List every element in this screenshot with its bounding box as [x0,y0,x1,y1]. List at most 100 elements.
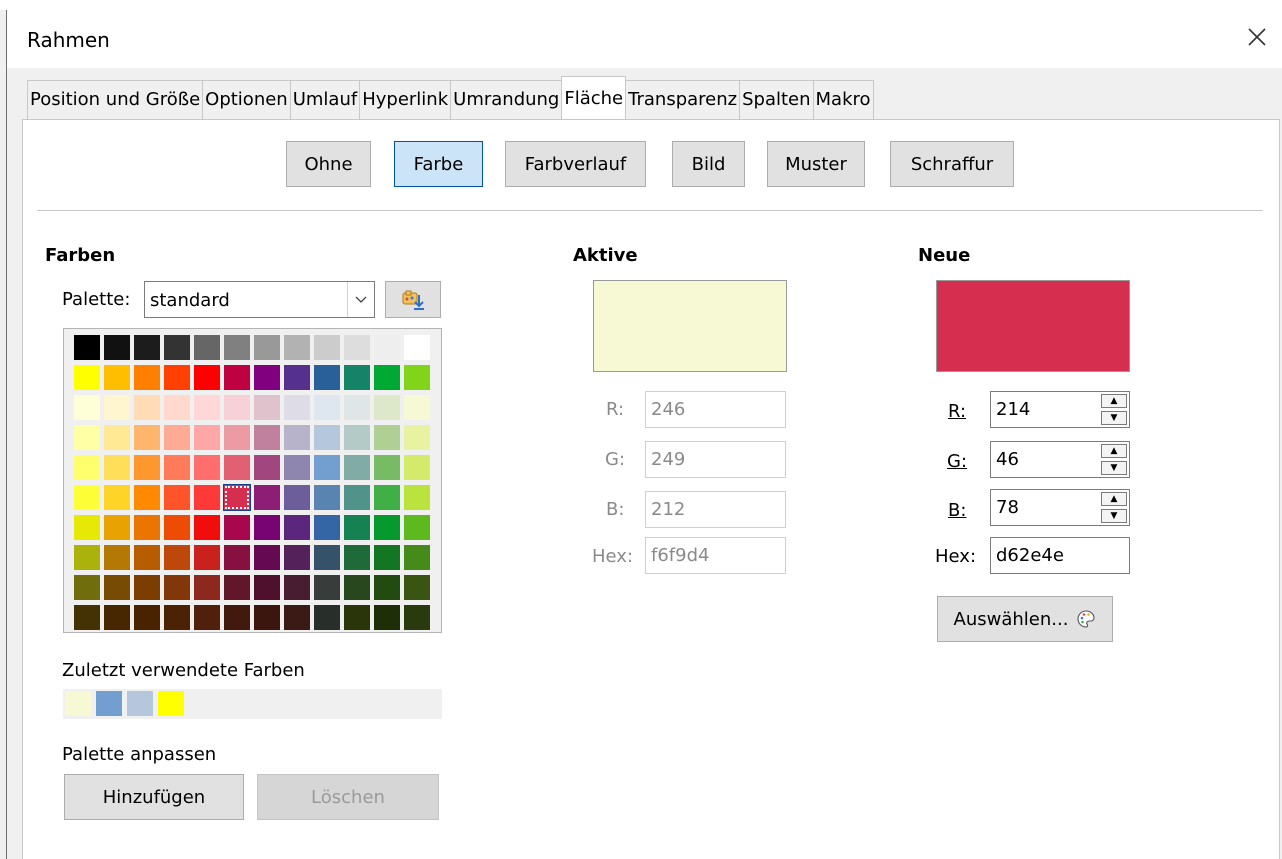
color-swatch[interactable] [194,605,220,630]
color-swatch[interactable] [254,575,280,600]
spin-down-icon[interactable]: ▼ [1101,461,1127,475]
color-swatch[interactable] [164,545,190,570]
color-swatch[interactable] [224,545,250,570]
tab-umlauf[interactable]: Umlauf [289,80,361,119]
spin-down-icon[interactable]: ▼ [1101,509,1127,523]
color-swatch[interactable] [74,485,100,510]
color-swatch[interactable] [224,605,250,630]
color-swatch[interactable] [374,515,400,540]
color-swatch[interactable] [134,395,160,420]
color-swatch[interactable] [134,455,160,480]
color-swatch[interactable] [134,335,160,360]
recent-color-swatch[interactable] [127,691,153,716]
color-swatch[interactable] [74,575,100,600]
tab-fläche[interactable]: Fläche [561,76,627,119]
tab-position-und-größe[interactable]: Position und Größe [27,80,204,119]
color-swatch[interactable] [314,455,340,480]
color-swatch[interactable] [344,365,370,390]
new-b-spinbox[interactable]: 78 ▲ ▼ [990,489,1130,526]
color-swatch[interactable] [314,515,340,540]
color-swatch[interactable] [104,335,130,360]
color-swatch[interactable] [224,485,250,510]
tab-makro[interactable]: Makro [812,80,874,119]
color-swatch[interactable] [374,425,400,450]
color-swatch[interactable] [194,395,220,420]
new-r-spin-buttons[interactable]: ▲ ▼ [1101,394,1127,425]
color-swatch[interactable] [194,515,220,540]
color-swatch[interactable] [404,485,430,510]
recent-color-swatch[interactable] [158,691,184,716]
color-swatch[interactable] [344,605,370,630]
color-swatch[interactable] [404,515,430,540]
color-swatch[interactable] [224,455,250,480]
color-swatch[interactable] [74,455,100,480]
color-swatch[interactable] [314,545,340,570]
color-swatch[interactable] [284,455,310,480]
color-swatch[interactable] [164,395,190,420]
color-swatch[interactable] [314,365,340,390]
color-swatch[interactable] [104,575,130,600]
color-swatch[interactable] [254,455,280,480]
color-swatch[interactable] [284,395,310,420]
color-swatch[interactable] [374,335,400,360]
color-swatch[interactable] [374,365,400,390]
color-swatch[interactable] [224,335,250,360]
color-swatch[interactable] [134,515,160,540]
color-swatch[interactable] [254,425,280,450]
recent-color-swatch[interactable] [96,691,122,716]
new-r-spinbox[interactable]: 214 ▲ ▼ [990,391,1130,428]
color-swatch[interactable] [344,395,370,420]
color-swatch[interactable] [404,455,430,480]
color-swatch[interactable] [254,545,280,570]
recent-color-swatch[interactable] [65,691,91,716]
color-swatch[interactable] [344,515,370,540]
color-swatch[interactable] [284,485,310,510]
color-swatch[interactable] [284,515,310,540]
color-swatch[interactable] [164,515,190,540]
color-swatch[interactable] [194,485,220,510]
color-swatch[interactable] [164,605,190,630]
color-swatch[interactable] [284,425,310,450]
color-swatch[interactable] [404,395,430,420]
color-swatch[interactable] [284,545,310,570]
color-swatch[interactable] [344,455,370,480]
color-swatch[interactable] [224,575,250,600]
color-fill-button[interactable]: Farbe [394,141,483,187]
close-icon[interactable] [1240,20,1274,54]
color-swatch[interactable] [284,335,310,360]
add-color-button[interactable]: Hinzufügen [64,774,244,820]
new-g-spin-buttons[interactable]: ▲ ▼ [1101,444,1127,475]
color-swatch[interactable] [104,605,130,630]
chevron-down-icon[interactable] [347,282,374,317]
color-swatch[interactable] [404,335,430,360]
color-swatch[interactable] [104,515,130,540]
color-swatch[interactable] [404,425,430,450]
color-swatch[interactable] [104,455,130,480]
color-swatch[interactable] [284,575,310,600]
color-swatch[interactable] [194,545,220,570]
color-swatch[interactable] [74,545,100,570]
color-swatch[interactable] [284,365,310,390]
color-swatch[interactable] [224,425,250,450]
color-swatch[interactable] [374,455,400,480]
import-palette-button[interactable] [385,281,441,318]
hatch-fill-button[interactable]: Schraffur [890,141,1014,187]
new-b-spin-buttons[interactable]: ▲ ▼ [1101,492,1127,523]
palette-select[interactable]: standard [144,281,375,318]
color-swatch[interactable] [254,515,280,540]
color-swatch[interactable] [164,365,190,390]
color-swatch[interactable] [344,485,370,510]
color-swatch[interactable] [344,575,370,600]
color-swatch[interactable] [134,575,160,600]
color-swatch[interactable] [164,485,190,510]
color-swatch[interactable] [254,485,280,510]
tab-spalten[interactable]: Spalten [739,80,814,119]
color-swatch[interactable] [104,545,130,570]
color-swatch[interactable] [224,515,250,540]
color-swatch[interactable] [374,485,400,510]
color-swatch[interactable] [164,575,190,600]
gradient-fill-button[interactable]: Farbverlauf [505,141,646,187]
tab-umrandung[interactable]: Umrandung [450,80,563,119]
color-swatch[interactable] [314,485,340,510]
color-swatch[interactable] [134,365,160,390]
